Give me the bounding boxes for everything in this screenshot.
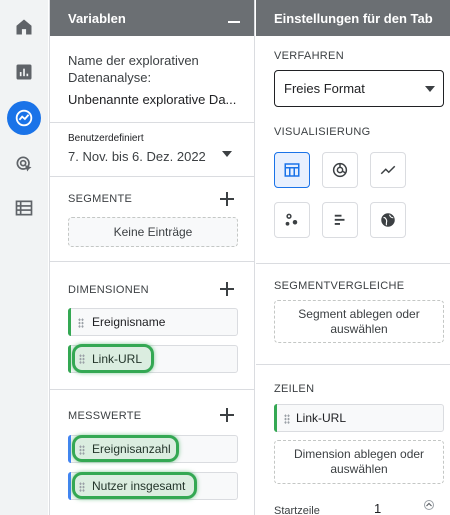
viz-scatter-button[interactable] [274, 202, 310, 238]
metric-color-bar [68, 472, 71, 500]
chevron-down-icon [425, 86, 435, 92]
date-range-value: 7. Nov. bis 6. Dez. 2022 [68, 149, 206, 164]
start-row-label: Startzeile [274, 505, 320, 515]
highlight-outline [72, 435, 179, 462]
exploration-name-input[interactable]: Unbenannte explorative Da... [68, 92, 248, 107]
drag-handle-icon[interactable] [78, 318, 84, 328]
tab-settings-panel: Einstellungen für den Tab VERFAHREN Frei… [256, 0, 450, 515]
rows-section: ZEILEN Link-URL Dimension ablegen oder a… [256, 365, 450, 515]
rows-label: ZEILEN [274, 383, 315, 395]
segments-label: SEGMENTE [68, 193, 133, 205]
exploration-name-section: Name der explorativen Datenanalyse: Unbe… [50, 36, 254, 123]
row-chip-label: Link-URL [296, 411, 347, 425]
add-metric-icon[interactable] [220, 408, 234, 422]
geo-map-icon [381, 213, 395, 227]
date-range-section[interactable]: Benutzerdefiniert 7. Nov. bis 6. Dez. 20… [50, 123, 254, 177]
segment-comparisons-section: SEGMENTVERGLEICHE Segment ablegen oder a… [256, 264, 450, 365]
advertising-icon[interactable] [8, 148, 40, 180]
row-chip[interactable]: Link-URL [274, 404, 444, 432]
home-icon[interactable] [8, 11, 40, 43]
segment-drop-zone[interactable]: Segment ablegen oder auswählen [274, 300, 444, 343]
technique-select-value: Freies Format [284, 81, 365, 96]
technique-label: VERFAHREN [274, 50, 344, 62]
nav-rail [0, 0, 48, 515]
segments-empty: Keine Einträge [68, 217, 238, 247]
viz-line-button[interactable] [370, 152, 406, 188]
row-color-bar [274, 404, 277, 432]
donut-chart-icon [332, 162, 348, 178]
tab-settings-title: Einstellungen für den Tab [274, 10, 433, 26]
dimension-color-bar [68, 308, 71, 336]
segments-section: SEGMENTE Keine Einträge [50, 177, 254, 262]
dimension-color-bar [68, 345, 71, 373]
highlight-outline [72, 472, 197, 499]
stepper-up-icon[interactable] [424, 500, 434, 510]
configure-icon[interactable] [8, 192, 40, 224]
drag-handle-icon[interactable] [79, 445, 85, 455]
add-segment-icon[interactable] [220, 192, 234, 206]
dimensions-section: DIMENSIONEN Ereignisname Link-URL [50, 262, 254, 390]
viz-bar-button[interactable] [322, 202, 358, 238]
date-range-badge: Benutzerdefiniert [68, 133, 144, 144]
viz-table-button[interactable] [274, 152, 310, 188]
variables-title: Variablen [68, 10, 126, 26]
variables-header: Variablen [50, 0, 254, 36]
dimension-drop-zone[interactable]: Dimension ablegen oder auswählen [274, 440, 444, 484]
table-icon [284, 163, 300, 177]
tab-settings-header: Einstellungen für den Tab [256, 0, 450, 36]
scatter-plot-icon [285, 213, 298, 226]
start-row-input[interactable]: 1 [374, 501, 381, 515]
dimension-chip-label: Ereignisname [92, 315, 166, 329]
reports-icon[interactable] [8, 56, 40, 88]
technique-select[interactable]: Freies Format [274, 70, 444, 107]
chevron-down-icon [222, 151, 232, 157]
visualization-label: VISUALISIERUNG [274, 126, 371, 138]
bar-chart-icon [334, 214, 345, 225]
drag-handle-icon[interactable] [284, 414, 290, 424]
metrics-label: MESSWERTE [68, 410, 142, 422]
variables-panel: Variablen Name der explorativen Datenana… [49, 0, 255, 515]
viz-donut-button[interactable] [322, 152, 358, 188]
line-chart-icon [380, 165, 396, 175]
minimize-icon[interactable] [228, 6, 240, 26]
add-dimension-icon[interactable] [220, 282, 234, 296]
drag-handle-icon[interactable] [79, 354, 85, 364]
segment-comparisons-label: SEGMENTVERGLEICHE [274, 280, 405, 292]
technique-visualization-section: VERFAHREN Freies Format VISUALISIERUNG [256, 36, 450, 264]
dimensions-label: DIMENSIONEN [68, 284, 149, 296]
dimension-chip[interactable]: Ereignisname [68, 308, 238, 336]
explore-icon[interactable] [7, 101, 41, 135]
drag-handle-icon[interactable] [79, 482, 85, 492]
metrics-section: MESSWERTE Ereignisanzahl Nutzer insgesam… [50, 390, 254, 515]
viz-geo-button[interactable] [370, 202, 406, 238]
exploration-name-label: Name der explorativen Datenanalyse: [68, 53, 199, 85]
metric-color-bar [68, 435, 71, 463]
